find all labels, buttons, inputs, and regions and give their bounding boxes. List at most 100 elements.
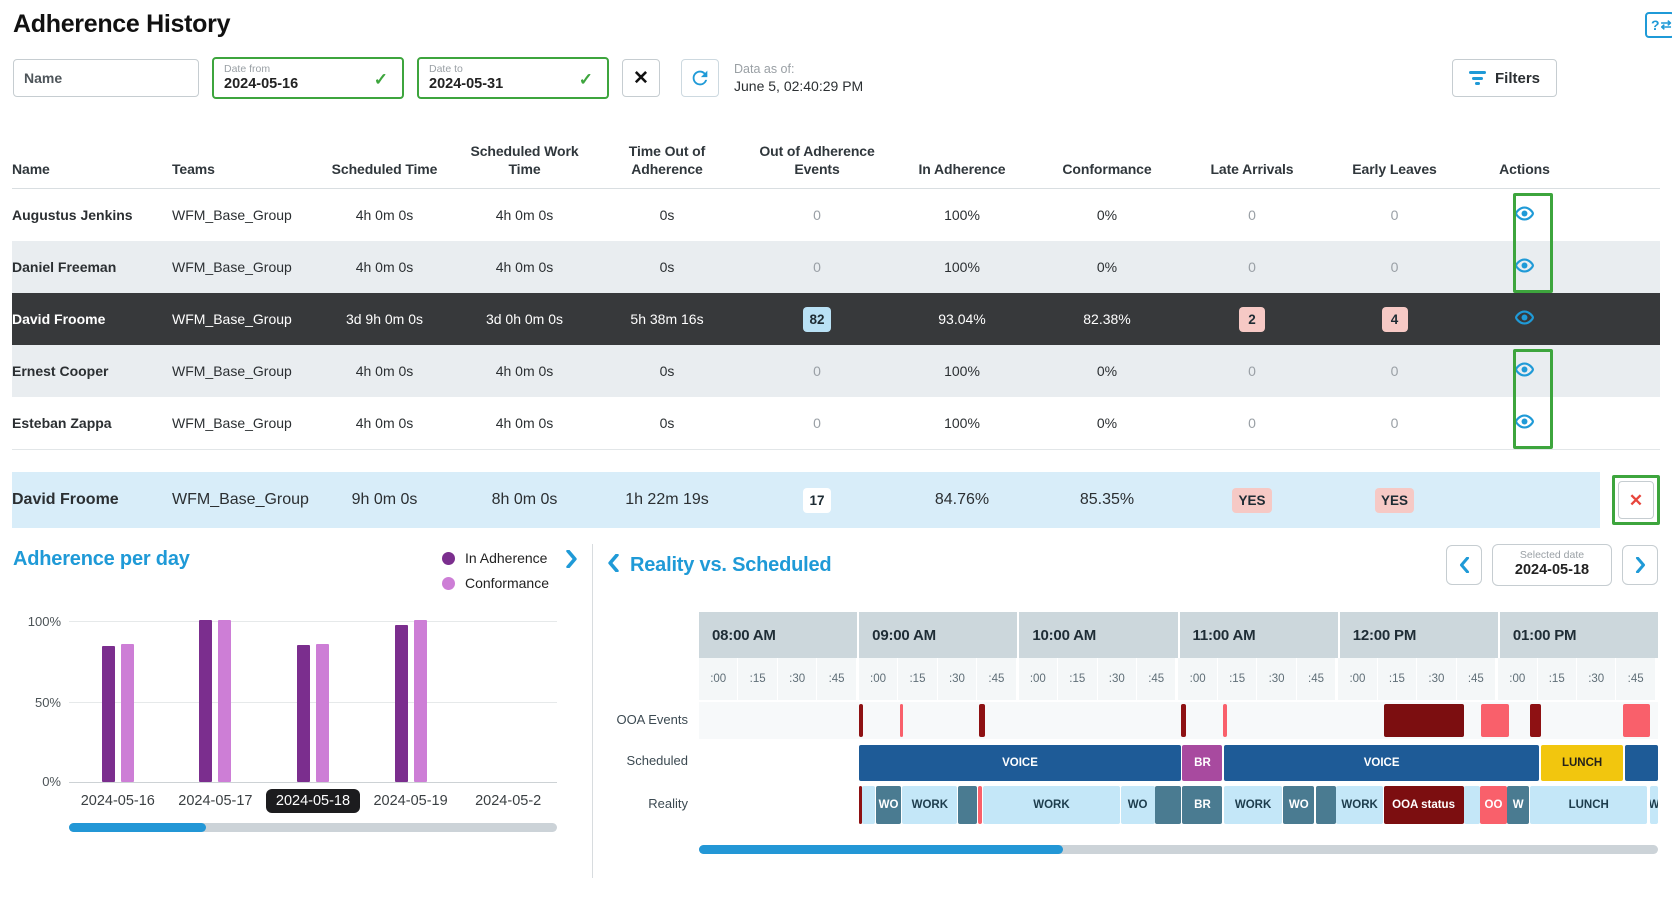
highlight-box-eye-rows-1-2 (1513, 193, 1553, 293)
quarter-cell: :30 (1098, 658, 1136, 700)
column-header: Conformance (1032, 160, 1182, 178)
quarter-cell: :45 (977, 658, 1015, 700)
page-title: Adherence History (13, 10, 1672, 39)
ooa-event-mark (1223, 704, 1227, 737)
quarter-cell: :15 (1538, 658, 1576, 700)
scheduled-segment: VOICE (1224, 745, 1540, 781)
reality-row-label: Reality (607, 782, 699, 825)
timeline-scrollbar[interactable] (699, 845, 1658, 854)
cell-time-out-of-adherence: 0s (592, 415, 742, 431)
help-arrow-icon: ⇄ (1661, 17, 1672, 33)
table-row[interactable]: David FroomeWFM_Base_Group3d 9h 0m 0s3d … (12, 293, 1660, 345)
reality-vs-scheduled-panel: Reality vs. Scheduled Selected date 2024… (593, 540, 1672, 892)
timeline-scrollbar-thumb[interactable] (699, 845, 1063, 854)
detail-team: WFM_Base_Group (172, 491, 312, 509)
early-leaves-value: 0 (1391, 207, 1399, 223)
close-detail-button[interactable]: ✕ (1618, 481, 1654, 519)
cell-name: David Froome (12, 311, 172, 327)
bar-group (459, 621, 557, 783)
date-to-field[interactable]: Date to 2024-05-31 ✓ (417, 57, 609, 99)
quarter-cell: :00 (1178, 658, 1216, 700)
bar-group (167, 621, 265, 783)
x-axis-date-label[interactable]: 2024-05-17 (167, 793, 265, 809)
funnel-icon (1469, 71, 1486, 85)
date-from-field[interactable]: Date from 2024-05-16 ✓ (212, 57, 404, 99)
cell-ooa-events: 0 (742, 207, 892, 223)
ooa-events-value: 0 (813, 415, 821, 431)
date-from-label: Date from (224, 63, 392, 75)
hour-cell: 12:00 PM (1340, 612, 1498, 658)
bar-group (362, 621, 460, 783)
ooa-event-mark (1530, 704, 1541, 737)
cell-scheduled-time: 4h 0m 0s (312, 415, 457, 431)
quarter-cell: :00 (1498, 658, 1536, 700)
detail-time-out-of-adherence: 1h 22m 19s (592, 491, 742, 509)
cell-early-leaves: 0 (1322, 363, 1467, 379)
cell-late-arrivals: 2 (1182, 307, 1322, 332)
cell-ooa-events: 0 (742, 259, 892, 275)
help-icon[interactable]: ?⇄ (1645, 12, 1672, 38)
selected-date-field[interactable]: Selected date 2024-05-18 (1492, 544, 1612, 586)
table-row[interactable]: Daniel FreemanWFM_Base_Group4h 0m 0s4h 0… (12, 241, 1660, 293)
quarter-cell: :45 (1297, 658, 1335, 700)
chart-scrollbar-thumb[interactable] (69, 823, 206, 832)
next-day-button[interactable] (1622, 545, 1658, 585)
reality-segment: WORK (1224, 786, 1283, 824)
late-arrivals-value: 0 (1248, 363, 1256, 379)
scheduled-track: VOICEBRVOICELUNCH (699, 744, 1658, 782)
view-details-eye-button[interactable] (1512, 305, 1537, 333)
reality-segment: WORK (1336, 786, 1382, 824)
detail-ooa-events: 17 (742, 488, 892, 513)
name-filter-input[interactable] (13, 59, 199, 97)
reality-segment: W (1507, 786, 1528, 824)
chart-scrollbar[interactable] (69, 823, 557, 832)
collapse-panel-chevron[interactable] (607, 554, 620, 577)
bar-in-adherence (395, 625, 408, 782)
ooa-event-mark (1481, 704, 1509, 737)
cell-scheduled-work-time: 4h 0m 0s (457, 363, 592, 379)
scheduled-segment: VOICE (859, 745, 1181, 781)
reality-segment: BR (1182, 786, 1222, 824)
filters-button[interactable]: Filters (1452, 59, 1557, 97)
column-header: Early Leaves (1322, 160, 1467, 178)
bar-conformance (414, 620, 427, 782)
x-axis-date-label[interactable]: 2024-05-18 (264, 793, 362, 809)
table-row[interactable]: Augustus JenkinsWFM_Base_Group4h 0m 0s4h… (12, 189, 1660, 241)
selected-date-pill[interactable]: 2024-05-18 (266, 789, 360, 813)
quarter-cell: :45 (1137, 658, 1175, 700)
x-axis-date-label[interactable]: 2024-05-2 (459, 793, 557, 809)
column-header: Time Out of Adherence (592, 142, 742, 178)
x-axis-date-label[interactable]: 2024-05-16 (69, 793, 167, 809)
cell-scheduled-work-time: 4h 0m 0s (457, 259, 592, 275)
cell-in-adherence: 100% (892, 415, 1032, 431)
expand-chart-chevron[interactable] (565, 548, 578, 573)
detail-conformance: 85.35% (1032, 491, 1182, 509)
valid-check-icon: ✓ (374, 70, 388, 90)
bar-conformance (121, 644, 134, 782)
refresh-button[interactable] (681, 59, 719, 97)
cell-in-adherence: 100% (892, 363, 1032, 379)
reality-segment: WO (1121, 786, 1155, 824)
table-row[interactable]: Esteban ZappaWFM_Base_Group4h 0m 0s4h 0m… (12, 397, 1660, 449)
y-tick-50: 50% (21, 695, 61, 710)
cell-scheduled-time: 4h 0m 0s (312, 259, 457, 275)
data-as-of: Data as of: June 5, 02:40:29 PM (734, 62, 863, 94)
x-axis-date-label[interactable]: 2024-05-19 (362, 793, 460, 809)
adherence-per-day-title: Adherence per day (13, 548, 190, 571)
table-row[interactable]: Ernest CooperWFM_Base_Group4h 0m 0s4h 0m… (12, 345, 1660, 397)
reality-segment (1464, 786, 1479, 824)
reality-segment (958, 786, 977, 824)
bar-in-adherence (102, 646, 115, 782)
quarter-cell: :45 (1616, 658, 1654, 700)
cell-team: WFM_Base_Group (172, 363, 312, 379)
chevron-right-icon (1635, 557, 1646, 573)
highlight-box-eye-rows-4-5 (1513, 349, 1553, 449)
clear-dates-button[interactable]: ✕ (622, 59, 660, 97)
cell-in-adherence: 100% (892, 207, 1032, 223)
reality-vs-scheduled-title: Reality vs. Scheduled (630, 554, 831, 577)
cell-conformance: 0% (1032, 363, 1182, 379)
previous-day-button[interactable] (1446, 545, 1482, 585)
ooa-events-value: 0 (813, 259, 821, 275)
quarter-cell: :00 (1338, 658, 1376, 700)
bottom-panels: Adherence per day In AdherenceConformanc… (0, 540, 1672, 892)
